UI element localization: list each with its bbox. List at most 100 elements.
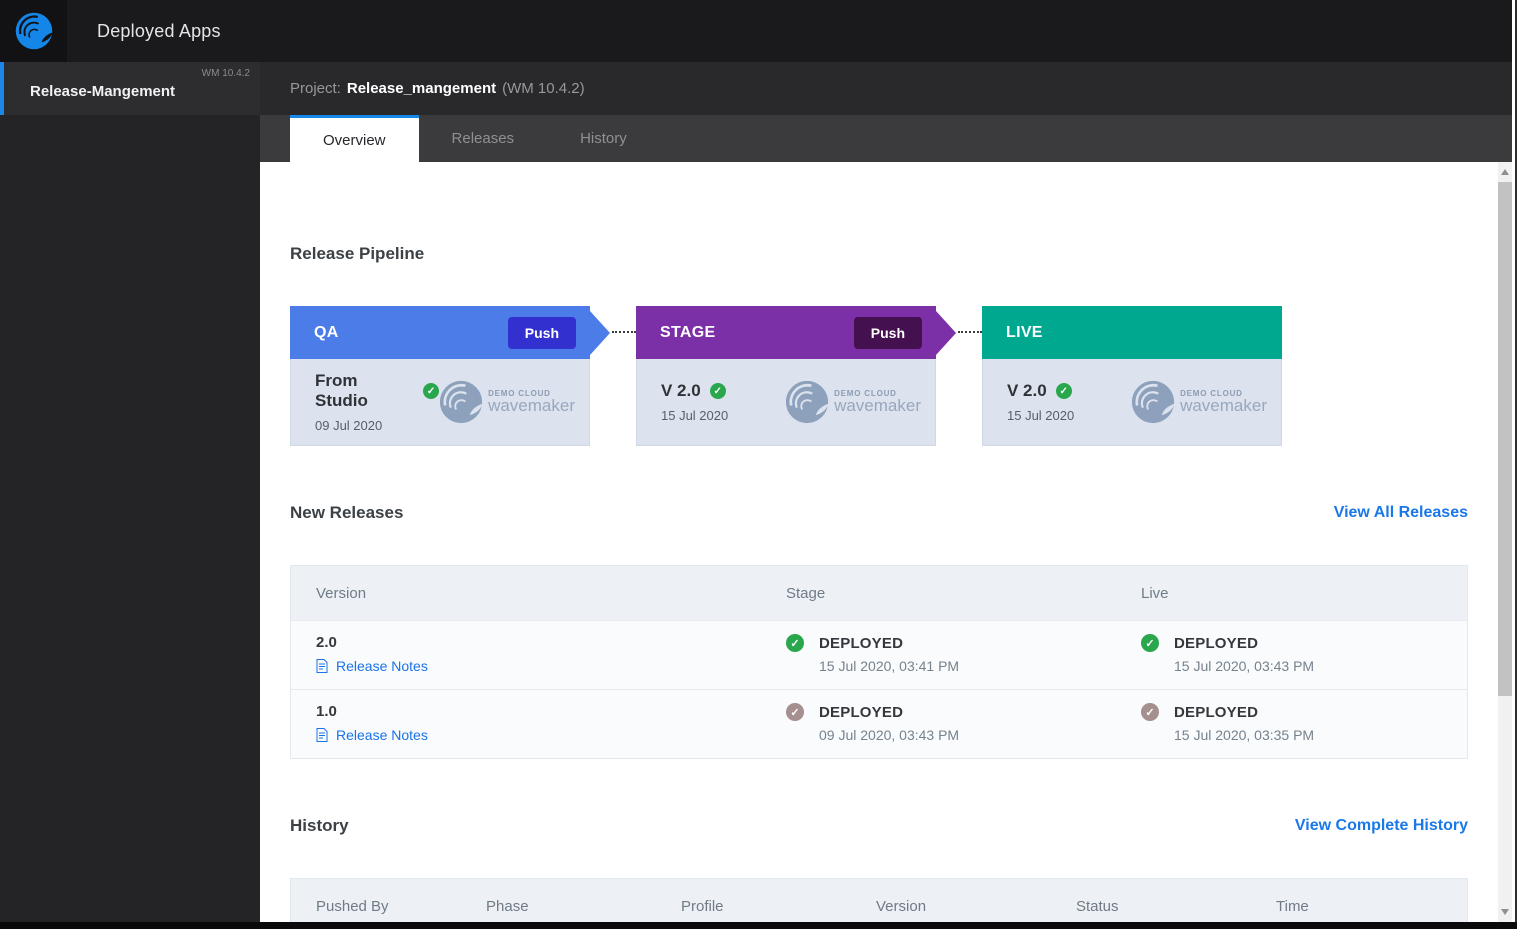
- stage-body-live: V 2.0 ✓ 15 Jul 2020 DEMO CLOUD wavemaker: [982, 359, 1282, 446]
- pipeline-stage-card-qa: QA Push From Studio ✓ 09 Jul 2020 DEMO C…: [290, 306, 590, 446]
- stage-name: LIVE: [1006, 323, 1043, 341]
- scrollbar-thumb[interactable]: [1498, 182, 1512, 696]
- document-icon: [316, 728, 328, 742]
- stage-version: V 2.0: [1007, 381, 1047, 400]
- project-name: Release-Mangement: [30, 83, 176, 100]
- column-status: Status: [1076, 897, 1119, 915]
- status-time: 15 Jul 2020, 03:43 PM: [1174, 658, 1315, 674]
- release-notes-link[interactable]: Release Notes: [316, 727, 786, 743]
- new-releases-title: New Releases: [290, 503, 404, 522]
- table-row: 1.0 Release Notes ✓ DEPLOYED 09 Jul 2020…: [291, 689, 1467, 758]
- window-bottom-edge: [0, 922, 1517, 929]
- stage-header-qa: QA Push: [290, 306, 590, 359]
- stage-header-live: LIVE: [982, 306, 1282, 359]
- app-title: Deployed Apps: [97, 20, 221, 41]
- push-button-qa[interactable]: Push: [507, 316, 576, 349]
- pipeline-stage-card-live: LIVE V 2.0 ✓ 15 Jul 2020 DEMO CLOUD wave…: [982, 306, 1282, 446]
- release-version: 2.0: [316, 634, 337, 651]
- stage-date: 15 Jul 2020: [1007, 408, 1075, 423]
- window-right-edge: [1512, 0, 1517, 929]
- column-time: Time: [1276, 897, 1309, 915]
- app-logo[interactable]: [0, 0, 67, 62]
- check-circle-icon: ✓: [1141, 703, 1159, 721]
- scroll-up-button[interactable]: [1498, 164, 1512, 180]
- status-time: 15 Jul 2020, 03:41 PM: [819, 658, 960, 674]
- column-profile: Profile: [681, 897, 724, 915]
- push-button-stage[interactable]: Push: [853, 316, 922, 349]
- demo-cloud-brand: DEMO CLOUD wavemaker: [785, 380, 921, 424]
- brand-line2: wavemaker: [488, 396, 575, 416]
- wavemaker-logo-icon: [15, 12, 53, 50]
- stage-header-stage: STAGE Push: [636, 306, 936, 359]
- status-time: 15 Jul 2020, 03:35 PM: [1174, 727, 1315, 743]
- check-circle-icon: ✓: [1141, 634, 1159, 652]
- release-notes-link[interactable]: Release Notes: [316, 658, 786, 674]
- check-circle-icon: ✓: [786, 634, 804, 652]
- tabbar: Overview Releases History: [260, 115, 1517, 162]
- status-time: 09 Jul 2020, 03:43 PM: [819, 727, 960, 743]
- new-releases-table: Version Stage Live 2.0 Release Notes ✓ D…: [290, 565, 1468, 759]
- new-releases-table-header: Version Stage Live: [291, 566, 1467, 620]
- stage-name: QA: [314, 323, 339, 341]
- tab-history[interactable]: History: [547, 115, 660, 162]
- status-badge: DEPLOYED: [819, 703, 904, 721]
- column-version: Version: [876, 897, 927, 915]
- project-header: Project: Release_mangement (WM 10.4.2): [260, 62, 1517, 115]
- status-badge: DEPLOYED: [819, 634, 904, 652]
- scroll-down-button[interactable]: [1498, 904, 1512, 920]
- history-title: History: [290, 816, 349, 835]
- sidebar-item-project[interactable]: WM 10.4.2 Release-Mangement: [0, 62, 260, 115]
- column-version: Version: [316, 584, 367, 602]
- status-badge: DEPLOYED: [1174, 703, 1259, 721]
- stage-body-stage: V 2.0 ✓ 15 Jul 2020 DEMO CLOUD wavemaker: [636, 359, 936, 446]
- project-label: Project:: [290, 80, 341, 97]
- status-badge: DEPLOYED: [1174, 634, 1259, 652]
- wavemaker-wave-icon: [1131, 380, 1175, 424]
- arrow-up-icon: [1501, 169, 1509, 175]
- vertical-scrollbar[interactable]: [1498, 162, 1512, 922]
- column-stage: Stage: [786, 584, 826, 602]
- project-wm-version: (WM 10.4.2): [502, 80, 585, 97]
- stage-version: V 2.0: [661, 381, 701, 400]
- stage-version: From Studio: [315, 371, 368, 410]
- sidebar: WM 10.4.2 Release-Mangement: [0, 62, 260, 922]
- tab-releases[interactable]: Releases: [419, 115, 548, 162]
- brand-line2: wavemaker: [1180, 396, 1267, 416]
- release-pipeline-title: Release Pipeline: [290, 244, 425, 263]
- column-live: Live: [1141, 584, 1169, 602]
- view-complete-history-link[interactable]: View Complete History: [1295, 817, 1468, 835]
- stage-date: 15 Jul 2020: [661, 408, 729, 423]
- release-pipeline: QA Push From Studio ✓ 09 Jul 2020 DEMO C…: [290, 306, 1468, 446]
- stage-date: 09 Jul 2020: [315, 418, 383, 433]
- history-table: Pushed By Phase Profile Version Status T…: [290, 878, 1468, 922]
- column-phase: Phase: [486, 897, 529, 915]
- tab-overview[interactable]: Overview: [290, 115, 419, 162]
- demo-cloud-brand: DEMO CLOUD wavemaker: [439, 380, 575, 424]
- overview-panel: Release Pipeline QA Push From Studio ✓ 0…: [260, 162, 1498, 922]
- stage-name: STAGE: [660, 323, 716, 341]
- brand-line2: wavemaker: [834, 396, 921, 416]
- release-notes-label: Release Notes: [336, 658, 428, 674]
- wavemaker-wave-icon: [439, 380, 483, 424]
- history-table-header: Pushed By Phase Profile Version Status T…: [291, 879, 1467, 922]
- document-icon: [316, 659, 328, 673]
- check-circle-icon: ✓: [1055, 383, 1072, 399]
- demo-cloud-brand: DEMO CLOUD wavemaker: [1131, 380, 1267, 424]
- table-row: 2.0 Release Notes ✓ DEPLOYED 15 Jul 2020…: [291, 620, 1467, 689]
- check-circle-icon: ✓: [786, 703, 804, 721]
- project-title: Release_mangement: [346, 80, 497, 97]
- topbar: Deployed Apps: [0, 0, 1517, 62]
- pipeline-connector: [590, 306, 636, 359]
- wavemaker-wave-icon: [785, 380, 829, 424]
- project-version-badge: WM 10.4.2: [201, 68, 250, 79]
- arrow-down-icon: [1501, 909, 1509, 915]
- stage-body-qa: From Studio ✓ 09 Jul 2020 DEMO CLOUD wav…: [290, 359, 590, 446]
- column-pushed-by: Pushed By: [316, 897, 389, 915]
- check-circle-icon: ✓: [709, 383, 726, 399]
- view-all-releases-link[interactable]: View All Releases: [1334, 504, 1468, 522]
- pipeline-stage-card-stage: STAGE Push V 2.0 ✓ 15 Jul 2020 DEMO CLOU…: [636, 306, 936, 446]
- pipeline-connector: [936, 306, 982, 359]
- check-circle-icon: ✓: [423, 383, 440, 399]
- dotted-line: [612, 331, 636, 333]
- release-notes-label: Release Notes: [336, 727, 428, 743]
